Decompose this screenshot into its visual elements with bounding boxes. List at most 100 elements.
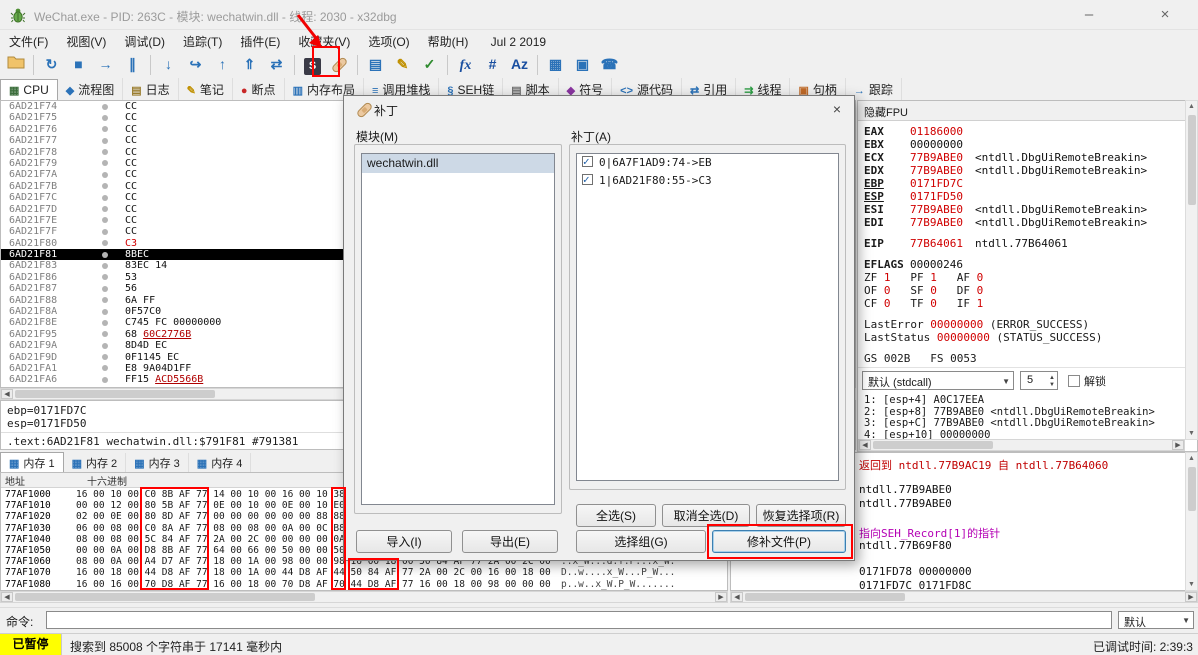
command-mode-select[interactable]: 默认 ▼ (1118, 611, 1194, 629)
breakpoint-dot[interactable] (102, 319, 108, 326)
scroll-right-icon[interactable]: ▶ (1185, 592, 1197, 602)
disasm-address-link[interactable]: ACD5566B (155, 374, 203, 385)
dump-row[interactable]: 77AF1080 16 00 16 00 70 D8 AF 77 16 00 18… (1, 579, 727, 590)
register-row[interactable]: EFLAGS 00000246 (864, 258, 1194, 271)
breakpoint-dot[interactable] (102, 228, 108, 235)
register-row[interactable]: EAX 01186000 (864, 125, 1194, 138)
open-file-button[interactable] (3, 53, 28, 77)
breakpoint-dot[interactable] (102, 240, 108, 247)
patch-file-button[interactable]: 修补文件(P) (712, 530, 846, 553)
stack-fragment[interactable]: ntdll.77B69F80 (859, 539, 952, 552)
flags-row[interactable]: CF 0 TF 0 IF 1 (864, 297, 1194, 310)
notes-button[interactable]: ✎ (390, 53, 415, 77)
menu-item[interactable]: 视图(V) (57, 30, 115, 53)
patch-checkbox[interactable]: ✓ (582, 173, 593, 186)
step-over-button[interactable]: ↪ (183, 53, 208, 77)
register-row[interactable]: EDX 77B9ABE0 <ntdll.DbgUiRemoteBreakin> (864, 164, 1194, 177)
segment-row[interactable]: GS 002B FS 0053 (864, 352, 1194, 365)
menu-item[interactable]: 调试(D) (115, 30, 174, 53)
scrollbar-thumb[interactable] (15, 390, 215, 398)
calculator-button[interactable]: ▣ (570, 53, 595, 77)
animate-into-button[interactable]: ⇄ (264, 53, 289, 77)
export-button[interactable]: 导出(E) (462, 530, 558, 553)
menu-item[interactable]: 收藏夹(V) (289, 30, 359, 53)
breakpoint-dot[interactable] (102, 342, 108, 349)
tab-graph[interactable]: ◆ 流程图 (58, 78, 124, 100)
command-input[interactable] (46, 611, 1112, 629)
patch-dialog-titlebar[interactable]: 补丁 × (344, 96, 854, 122)
restore-selection-button[interactable]: 恢复选择项(R) (756, 504, 846, 527)
breakpoint-dot[interactable] (102, 114, 108, 121)
stack-fragment[interactable]: 返回到 ntdll.77B9AC19 自 ntdll.77B64060 (859, 457, 1108, 473)
stack-fragment[interactable]: ntdll.77B9ABE0 (859, 483, 952, 496)
stack-fragment[interactable]: 0171FD78 00000000 (859, 565, 972, 578)
deselect-all-button[interactable]: 取消全选(D) (662, 504, 750, 527)
tab-log[interactable]: ▤ 日志 (123, 78, 179, 100)
compare-button[interactable]: ✓ (417, 53, 442, 77)
register-row[interactable]: ECX 77B9ABE0 <ntdll.DbgUiRemoteBreakin> (864, 151, 1194, 164)
breakpoint-dot[interactable] (102, 160, 108, 167)
register-row[interactable]: ESI 77B9ABE0 <ntdll.DbgUiRemoteBreakin> (864, 203, 1194, 216)
minimize-button[interactable]: – (1066, 0, 1112, 30)
stack-hscrollbar[interactable]: ◀ ▶ (730, 591, 1198, 603)
spin-down-icon[interactable]: ▼ (1049, 382, 1055, 388)
stop-debugging-button[interactable]: ■ (66, 53, 91, 77)
stack-fragment[interactable]: ntdll.77B9ABE0 (859, 497, 952, 510)
step-into-button[interactable]: ↓ (156, 53, 181, 77)
breakpoint-dot[interactable] (102, 285, 108, 292)
calling-convention-select[interactable]: 默认 (stdcall) ▼ (862, 371, 1014, 390)
scroll-right-icon[interactable]: ▶ (715, 592, 727, 602)
scrollbar-thumb[interactable] (1188, 115, 1196, 205)
step-out-button[interactable]: ⇑ (237, 53, 262, 77)
memory-tab[interactable]: ▦ 内存 1 (0, 452, 64, 472)
breakpoint-dot[interactable] (102, 331, 108, 338)
stack-fragment[interactable]: 0171FD7C 0171FD8C (859, 579, 972, 590)
breakpoint-dot[interactable] (102, 183, 108, 190)
registers-vscrollbar[interactable]: ▲ ▼ (1185, 100, 1198, 440)
breakpoint-dot[interactable] (102, 354, 108, 361)
scroll-left-icon[interactable]: ◀ (731, 592, 743, 602)
scrollbar-thumb[interactable] (745, 593, 905, 601)
stack-vscrollbar[interactable]: ▲ ▼ (1185, 452, 1198, 591)
pause-button[interactable]: ∥ (120, 53, 145, 77)
flags-row[interactable]: OF 0 SF 0 DF 0 (864, 284, 1194, 297)
graph-button[interactable]: ▦ (543, 53, 568, 77)
dump-row[interactable]: 77AF1070 16 00 18 00 44 D8 AF 77 18 00 1A… (1, 567, 727, 578)
menu-item[interactable]: 帮助(H) (419, 30, 478, 53)
close-button[interactable]: × (1142, 0, 1188, 30)
register-row[interactable]: ESP 0171FD50 (864, 190, 1194, 203)
menu-item[interactable]: 插件(E) (231, 30, 289, 53)
execute-till-return-button[interactable]: ↑ (210, 53, 235, 77)
patch-button[interactable] (327, 53, 352, 77)
scroll-left-icon[interactable]: ◀ (1, 389, 13, 399)
argument-row[interactable]: 3: [esp+C] 77B9ABE0 <ntdll.DbgUiRemoteBr… (864, 417, 1155, 430)
unlock-checkbox[interactable]: 解锁 (1068, 373, 1106, 389)
breakpoint-dot[interactable] (102, 206, 108, 213)
breakpoint-dot[interactable] (102, 171, 108, 178)
scroll-up-icon[interactable]: ▲ (1186, 101, 1197, 112)
breakpoint-dot[interactable] (102, 103, 108, 110)
tab-notes[interactable]: ✎ 笔记 (179, 78, 233, 100)
scroll-left-icon[interactable]: ◀ (1, 592, 13, 602)
breakpoint-dot[interactable] (102, 376, 108, 383)
phone-button[interactable]: ☎ (597, 53, 622, 77)
dialog-close-icon[interactable]: × (828, 101, 846, 117)
breakpoint-dot[interactable] (102, 262, 108, 269)
scroll-right-icon[interactable]: ▶ (1172, 440, 1184, 450)
register-row[interactable]: EIP 77B64061 ntdll.77B64061 (864, 237, 1194, 250)
argument-row[interactable]: 1: [esp+4] A0C17EEA (864, 394, 1155, 407)
breakpoint-dot[interactable] (102, 308, 108, 315)
patch-list-item[interactable]: ✓ 0|6A7F1AD9:74->EB (577, 154, 838, 172)
tab-breakpoints[interactable]: ● 断点 (233, 78, 285, 100)
hash-button[interactable]: # (480, 53, 505, 77)
run-button[interactable]: → (93, 53, 118, 77)
register-row[interactable]: EDI 77B9ABE0 <ntdll.DbgUiRemoteBreakin> (864, 216, 1194, 229)
scroll-left-icon[interactable]: ◀ (859, 440, 871, 450)
hide-fpu-button[interactable]: 隐藏FPU (858, 101, 1185, 121)
memory-tab[interactable]: ▦ 内存 4 (189, 453, 252, 473)
restart-button[interactable]: ↻ (39, 53, 64, 77)
patch-checkbox[interactable]: ✓ (582, 155, 593, 168)
breakpoint-dot[interactable] (102, 217, 108, 224)
breakpoint-dot[interactable] (102, 251, 108, 258)
status-register-row[interactable]: LastError 00000000 (ERROR_SUCCESS) (864, 318, 1194, 331)
